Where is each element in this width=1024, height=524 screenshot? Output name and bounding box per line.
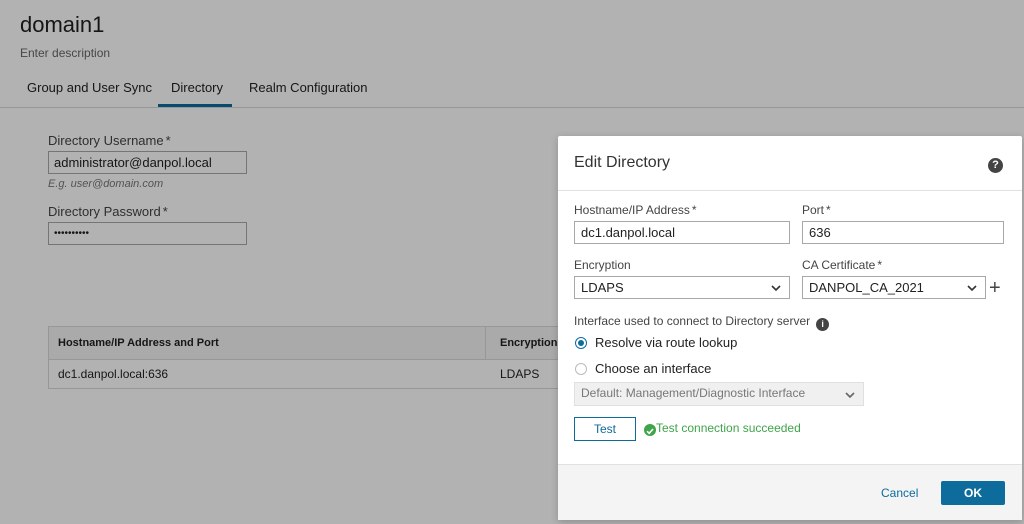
cancel-button[interactable]: Cancel (881, 486, 918, 500)
test-button[interactable]: Test (574, 417, 636, 441)
dialog-header-divider (558, 190, 1022, 191)
ca-certificate-select[interactable]: DANPOL_CA_2021 (802, 276, 986, 299)
resolve-route-lookup-radio[interactable] (575, 337, 587, 349)
encryption-select-value: LDAPS (581, 280, 624, 295)
interface-section-label-text: Interface used to connect to Directory s… (574, 314, 811, 328)
port-label: Port * (802, 203, 831, 217)
interface-select: Default: Management/Diagnostic Interface (574, 382, 864, 406)
ca-certificate-select-value: DANPOL_CA_2021 (809, 280, 924, 295)
chevron-down-icon (845, 392, 855, 399)
ok-button[interactable]: OK (941, 481, 1005, 505)
ca-certificate-label-text: CA Certificate (802, 258, 876, 272)
resolve-route-lookup-label[interactable]: Resolve via route lookup (595, 335, 737, 350)
dialog-title: Edit Directory (574, 154, 671, 171)
port-input[interactable]: 636 (802, 221, 1004, 244)
edit-directory-dialog: Edit Directory ? Hostname/IP Address * dc… (558, 136, 1022, 520)
add-certificate-plus-icon[interactable]: + (989, 278, 1001, 298)
interface-select-value: Default: Management/Diagnostic Interface (581, 386, 806, 400)
hostname-label: Hostname/IP Address * (574, 203, 697, 217)
success-check-icon (644, 424, 656, 436)
required-mark: * (826, 203, 831, 217)
info-icon[interactable]: i (816, 318, 830, 331)
interface-section-label: Interface used to connect to Directory s… (574, 314, 830, 331)
ca-certificate-label: CA Certificate * (802, 258, 882, 272)
required-mark: * (691, 203, 697, 217)
port-label-text: Port (802, 203, 825, 217)
encryption-label: Encryption (574, 258, 631, 272)
required-mark: * (877, 258, 883, 272)
chevron-down-icon (771, 285, 781, 292)
dialog-footer: Cancel OK (558, 464, 1022, 520)
help-icon[interactable]: ? (988, 158, 1003, 173)
choose-interface-radio[interactable] (575, 363, 587, 375)
test-result-message: Test connection succeeded (656, 421, 801, 435)
checkmark-icon (646, 428, 654, 435)
encryption-select[interactable]: LDAPS (574, 276, 790, 299)
hostname-input[interactable]: dc1.danpol.local (574, 221, 790, 244)
hostname-label-text: Hostname/IP Address (574, 203, 690, 217)
choose-interface-label[interactable]: Choose an interface (595, 361, 711, 376)
chevron-down-icon (967, 285, 977, 292)
